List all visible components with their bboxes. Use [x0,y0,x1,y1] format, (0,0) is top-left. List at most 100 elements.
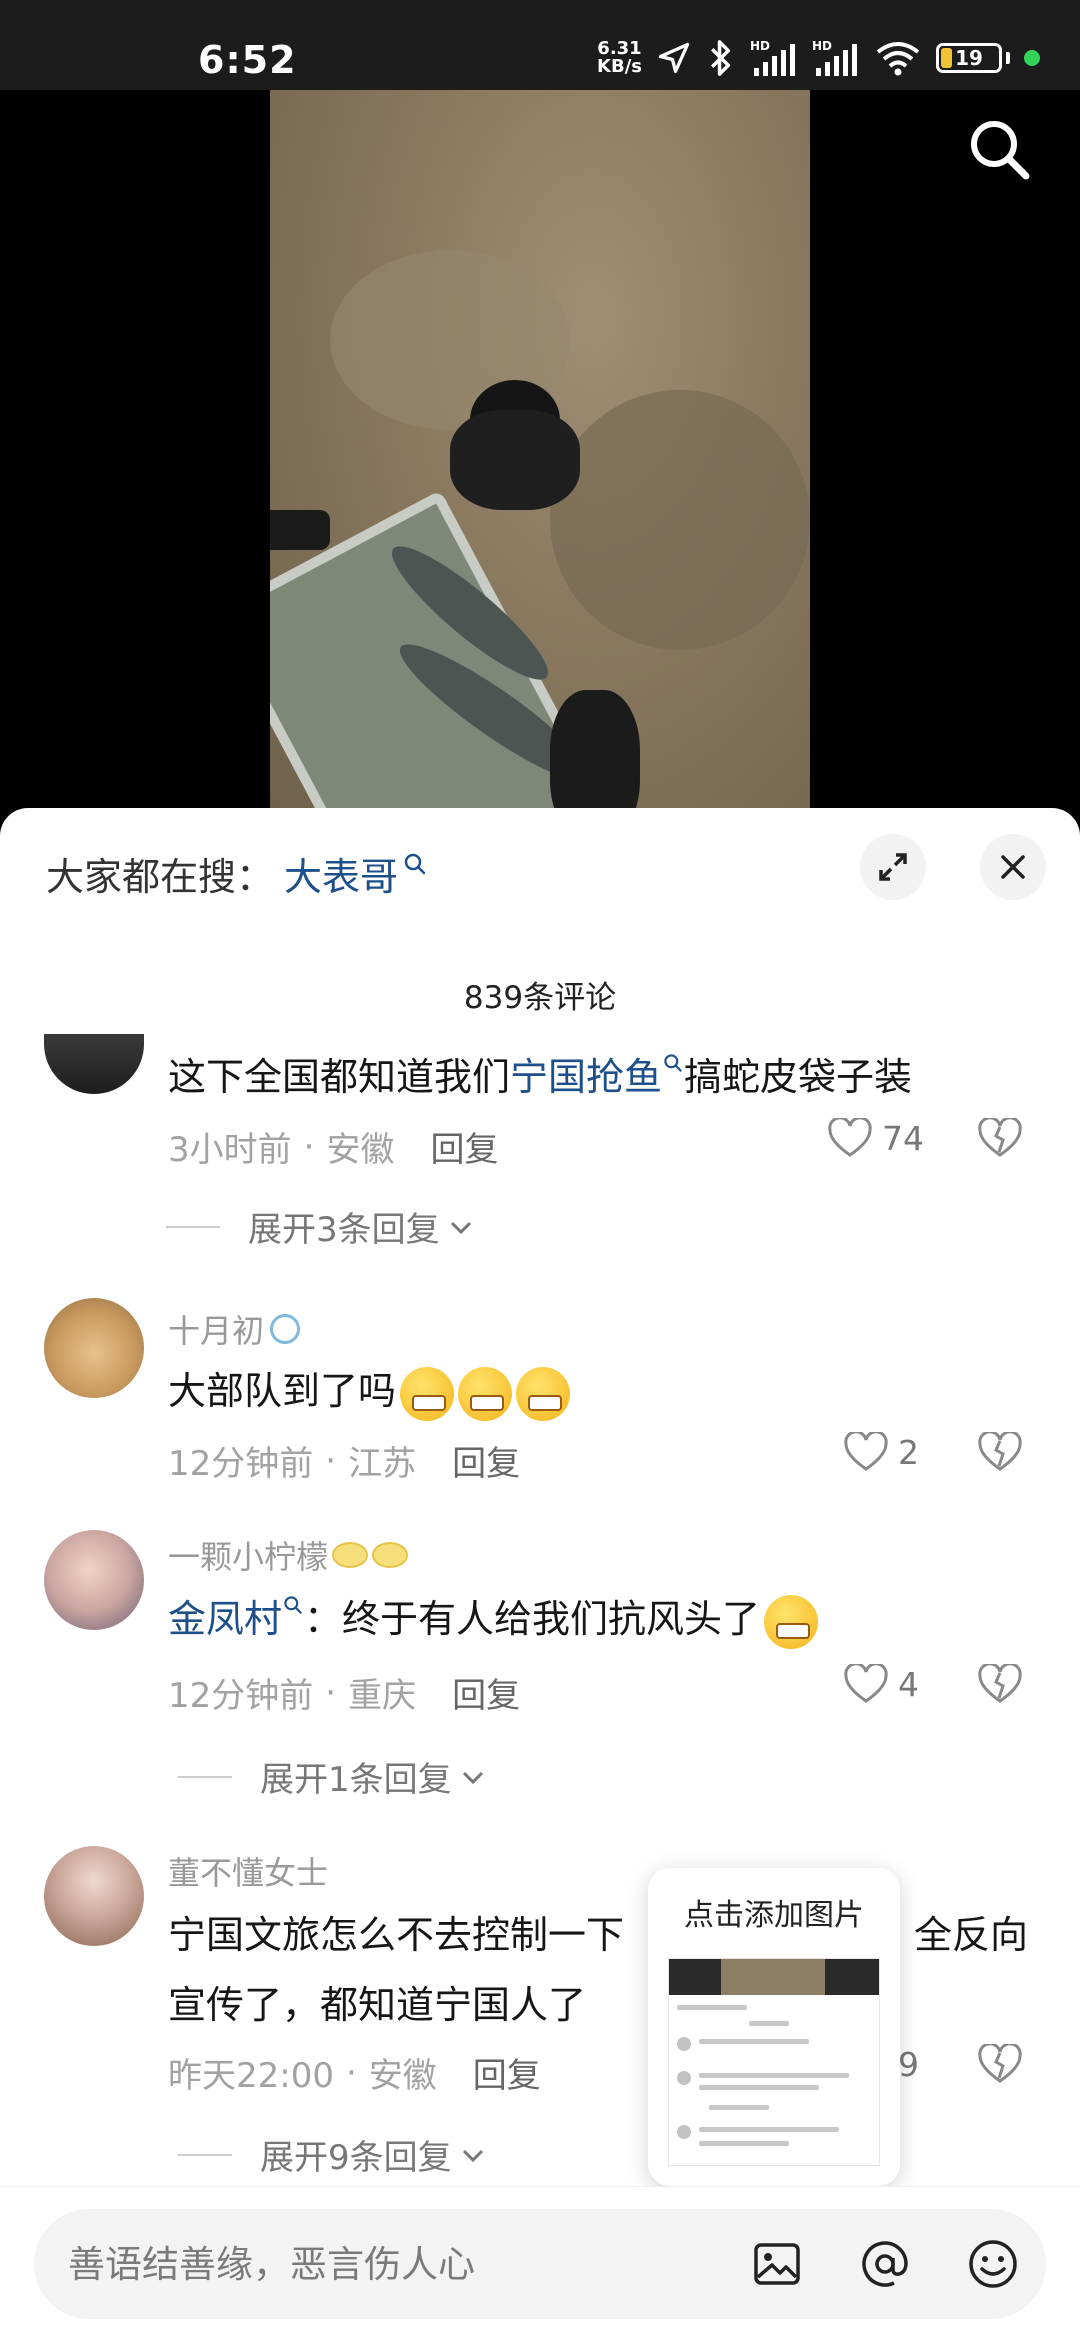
comment-author[interactable]: 董不懂女士 [168,1848,328,1894]
battery-tip [1006,52,1010,64]
hot-search-prefix: 大家都在搜： [46,855,275,899]
hot-search[interactable]: 大家都在搜： 大表哥 [46,846,428,901]
expand-dash [178,1775,232,1778]
dislike-heart-icon[interactable] [978,1664,1022,1704]
status-bar: 6:52 6.31 KB/s HD HD 19 [0,0,1080,90]
meta-separator: · [345,2052,357,2093]
heart-icon [844,1432,888,1471]
thumbnail-line [749,2021,789,2026]
avatar[interactable] [44,1846,144,1946]
expand-replies-label: 展开1条回复 [260,1760,452,1800]
avatar[interactable] [44,1034,144,1094]
signal-hd-icon-1: HD [750,39,795,76]
comment-text: 大部队到了吗 [168,1356,1028,1426]
comment-meta: 12分钟前 · 重庆 回复 [168,1668,520,1717]
comment-time: 3小时前 [168,1130,292,1170]
person [450,410,580,510]
video-player[interactable] [0,90,1080,840]
dislike-heart-icon[interactable] [978,1118,1022,1158]
svg-text:HD: HD [750,39,770,53]
badminton-icon [270,1314,301,1344]
bluetooth-icon [710,40,731,76]
add-image-popup[interactable]: 点击添加图片 [648,1868,900,2186]
thumbnail-line [699,2085,819,2090]
comment-author-name: 一颗小柠檬 [168,1538,329,1576]
comment-text: 金凤村 ：终于有人给我们抗风头了 [168,1584,1028,1654]
thumbnail-line [699,2039,809,2044]
expand-dash [178,2153,232,2156]
battery-indicator: 19 [936,43,1002,73]
comment-sheet: 大家都在搜： 大表哥 839条评论 这下全国都知道我们宁国抢鱼 搞蛇皮袋子装 3小… [0,808,1080,2340]
reply-button[interactable]: 回复 [473,2048,541,2097]
like-count: 4 [898,1664,919,1704]
location-arrow-icon [658,42,690,74]
comment-text-part: ：终于有人给我们抗风头了 [304,1597,761,1641]
comment-author[interactable]: 十月初 [168,1306,301,1352]
video-frame[interactable] [270,90,810,840]
grimace-sweat-emoji-icon [458,1366,513,1421]
dislike-heart-icon[interactable] [978,2044,1022,2084]
search-icon [404,853,426,874]
hot-search-term[interactable]: 大表哥 [284,846,398,901]
chevron-down-icon [450,1221,471,1234]
comment-text-part: 全反向 [913,1913,1028,1957]
wifi-icon [876,42,920,76]
comment-input[interactable] [68,2237,748,2291]
thumbnail-line [677,2005,747,2010]
comment-author[interactable]: 一颗小柠檬 [168,1532,409,1578]
thumbnail-avatar [677,2125,691,2139]
status-icons: 6.31 KB/s HD HD 19 [597,36,1040,80]
lemon-icon [372,1542,409,1568]
like-button[interactable]: 2 [844,1432,919,1472]
thumbnail-line [699,2141,789,2146]
screenshot-thumbnail[interactable] [668,1958,880,2166]
status-time: 6:52 [198,38,297,82]
comment-search-link[interactable]: 金凤村 [168,1597,282,1641]
like-button[interactable]: 4 [844,1664,919,1704]
comment-text-part: 宁国文旅怎么不去控制一下 [168,1913,625,1957]
comment-text-part: 搞蛇皮袋子装 [684,1055,913,1099]
comment-search-link[interactable]: 宁国抢鱼 [510,1055,662,1099]
dizzy-emoji-icon [400,1366,455,1421]
reply-button[interactable]: 回复 [452,1668,520,1717]
person-arm [270,510,330,550]
avatar[interactable] [44,1530,144,1630]
mention-icon[interactable] [854,2233,916,2295]
search-icon [284,1596,302,1614]
expand-replies-button[interactable]: 展开9条回复 [178,2130,488,2179]
search-icon[interactable] [960,110,1040,190]
signal-hd-icon-2: HD [812,39,857,76]
svg-text:HD: HD [812,39,832,53]
thumbnail-avatar [677,2037,691,2051]
image-icon[interactable] [746,2233,808,2295]
comment-location: 江苏 [348,1444,417,1484]
expand-icon [879,853,907,881]
expand-replies-button[interactable]: 展开3条回复 [166,1202,476,1251]
comment-time: 12分钟前 [168,1444,314,1484]
lemon-icon [332,1542,369,1568]
dislike-heart-icon[interactable] [978,1432,1022,1472]
comment-author-name: 十月初 [168,1312,265,1350]
thumbnail-line [699,2073,849,2078]
thumbnail-line [709,2105,769,2110]
thumbnail-line [699,2127,839,2132]
heart-icon [828,1118,872,1157]
like-count: 74 [882,1118,924,1158]
comment-meta: 3小时前 · 安徽 回复 [168,1122,498,1171]
expand-dash [166,1225,220,1228]
reply-button[interactable]: 回复 [452,1436,520,1485]
expand-replies-label: 展开9条回复 [260,2138,452,2178]
comment-time: 12分钟前 [168,1676,314,1716]
privacy-indicator-dot [1024,50,1040,66]
close-button[interactable] [980,834,1046,900]
battery-level: 19 [955,46,983,70]
reply-button[interactable]: 回复 [430,1122,498,1171]
like-button[interactable]: 74 [828,1118,924,1158]
emoji-icon[interactable] [962,2233,1024,2295]
comment-meta: 12分钟前 · 江苏 回复 [168,1436,520,1485]
expand-replies-button[interactable]: 展开1条回复 [178,1752,488,1801]
expand-sheet-button[interactable] [860,834,926,900]
comment-location: 重庆 [348,1676,417,1716]
avatar[interactable] [44,1298,144,1398]
comment-input-container[interactable] [34,2209,1046,2319]
